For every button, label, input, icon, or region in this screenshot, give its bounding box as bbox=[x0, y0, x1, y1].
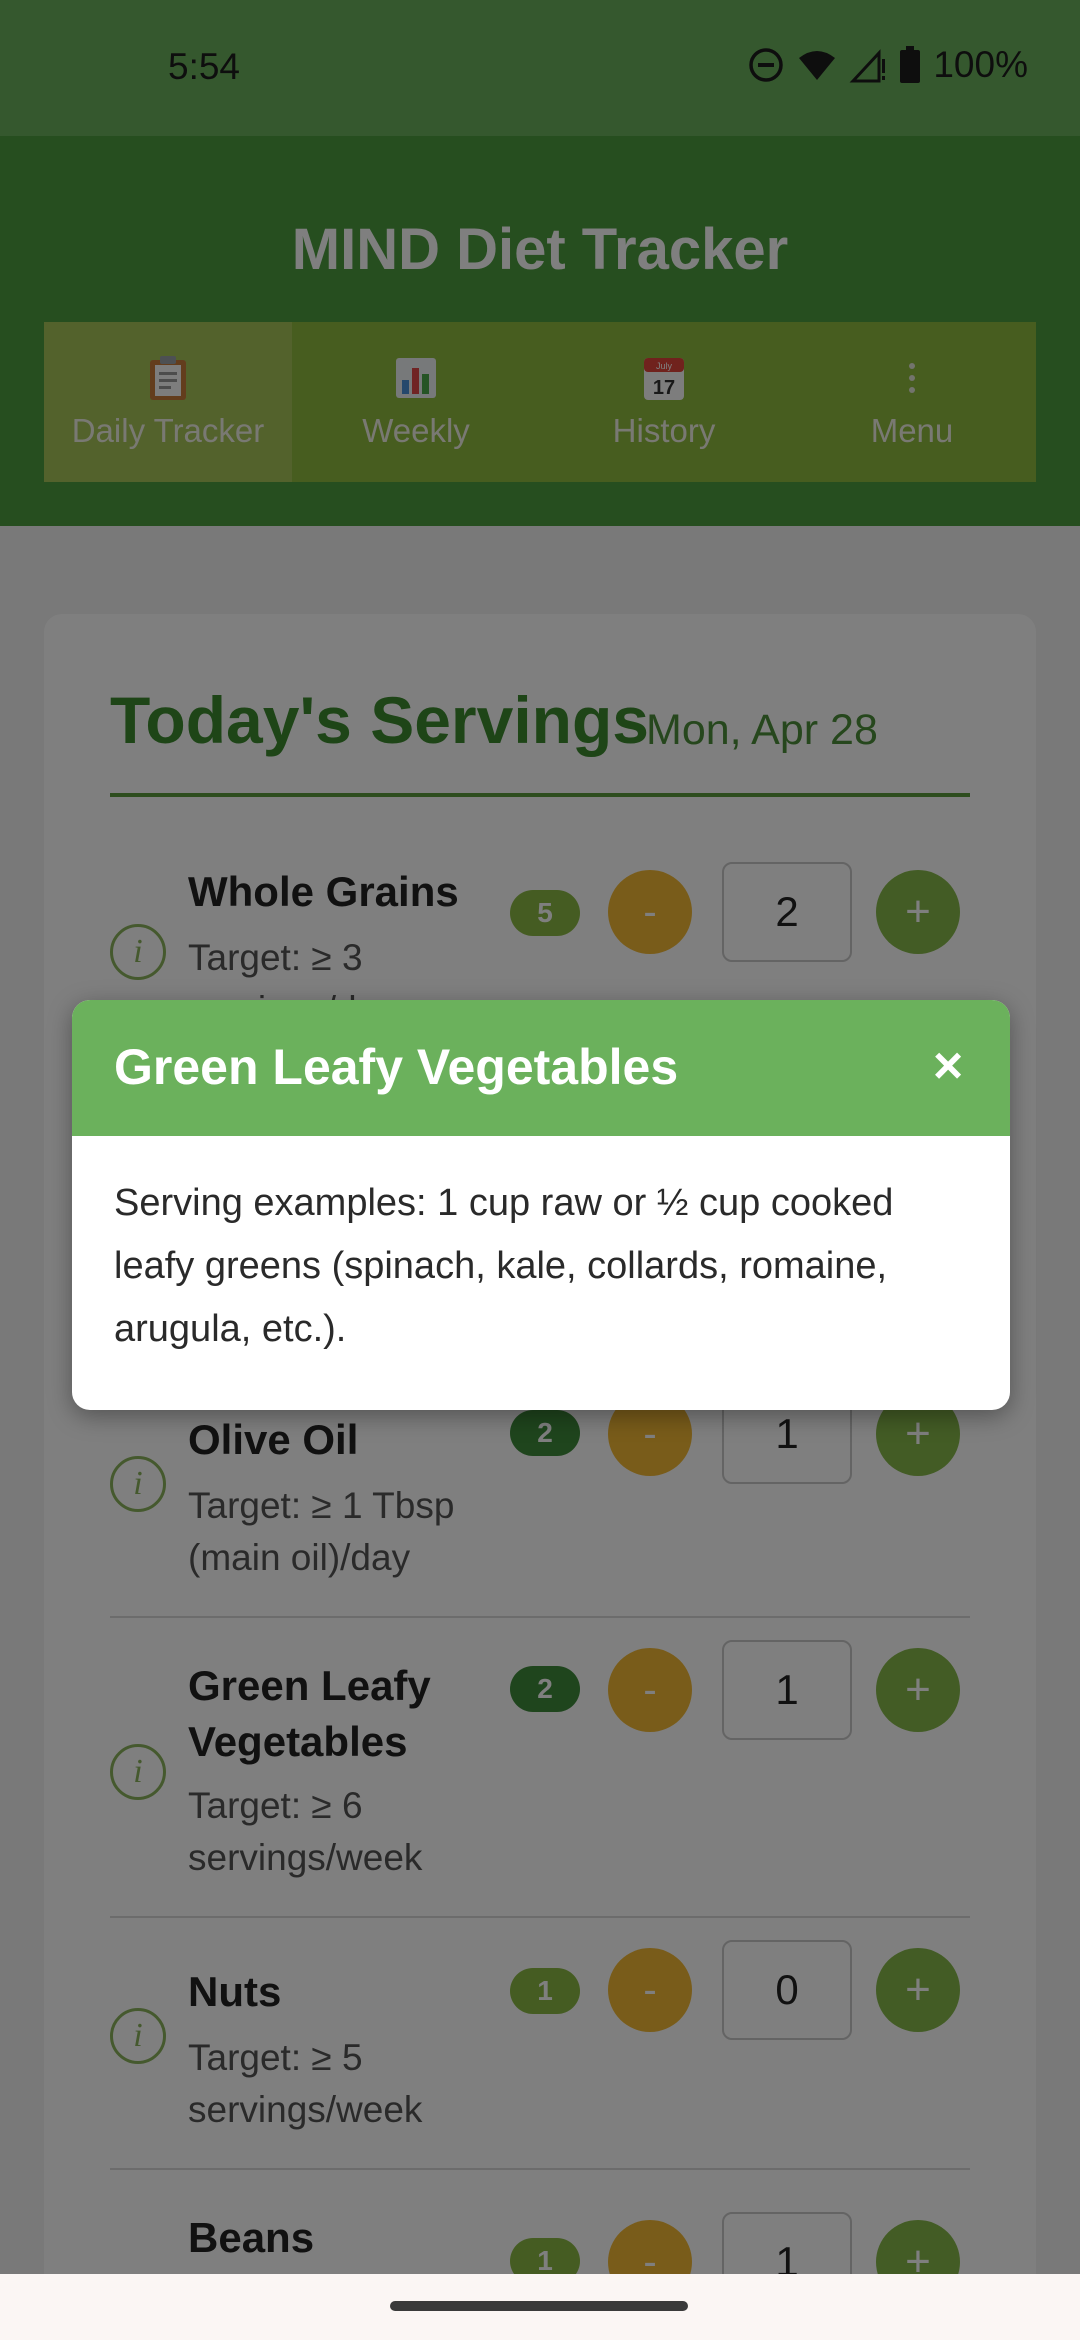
modal-body-text: Serving examples: 1 cup raw or ½ cup coo… bbox=[114, 1182, 894, 1350]
home-gesture-handle[interactable] bbox=[390, 2301, 688, 2311]
info-modal: Green Leafy Vegetables × Serving example… bbox=[72, 1000, 1010, 1410]
system-nav-bar bbox=[0, 2274, 1080, 2340]
modal-header: Green Leafy Vegetables × bbox=[72, 1000, 1010, 1136]
close-icon[interactable]: × bbox=[916, 1034, 980, 1098]
modal-title: Green Leafy Vegetables bbox=[114, 1039, 679, 1095]
